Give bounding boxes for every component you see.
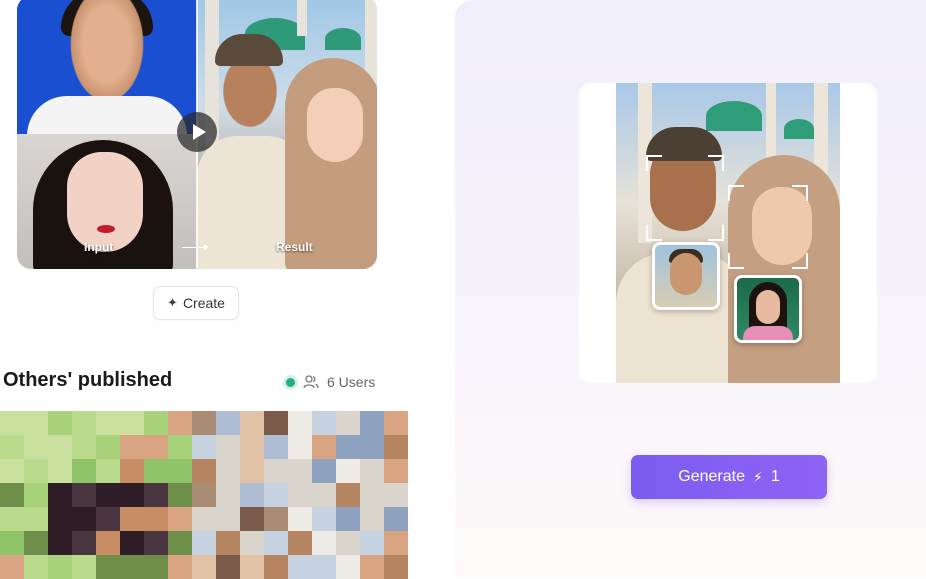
face-frame-1 bbox=[646, 155, 724, 241]
preview-panel: Generate ⚡ 1 bbox=[455, 0, 926, 578]
example-comparison-card[interactable]: Input Result bbox=[17, 0, 377, 269]
lightning-icon: ⚡ bbox=[752, 468, 763, 485]
input-label: Input bbox=[84, 240, 114, 254]
published-section-title: Others' published bbox=[3, 369, 173, 391]
play-icon[interactable] bbox=[177, 112, 217, 152]
template-photo bbox=[616, 83, 840, 383]
published-item-thumbnail[interactable] bbox=[0, 411, 408, 579]
users-count: 6 Users bbox=[327, 374, 376, 390]
generate-button-label: Generate bbox=[678, 468, 745, 485]
face-frame-2 bbox=[728, 185, 808, 269]
arrow-right-icon bbox=[182, 244, 209, 250]
generate-button[interactable]: Generate ⚡ 1 bbox=[631, 455, 827, 499]
source-face-thumbnail-2[interactable] bbox=[734, 275, 802, 343]
create-button[interactable]: ✦ Create bbox=[153, 286, 239, 320]
online-status-dot bbox=[286, 377, 295, 387]
online-users-status: 6 Users bbox=[286, 374, 375, 390]
create-button-label: Create bbox=[182, 295, 225, 311]
generate-credit-cost: 1 bbox=[770, 468, 780, 485]
result-photo bbox=[197, 0, 377, 269]
magic-wand-icon: ✦ bbox=[167, 295, 178, 310]
preview-card bbox=[579, 83, 877, 383]
result-label: Result bbox=[276, 240, 313, 254]
source-face-thumbnail-1[interactable] bbox=[652, 242, 720, 310]
users-icon bbox=[303, 375, 319, 389]
input-photo-man bbox=[17, 0, 197, 136]
